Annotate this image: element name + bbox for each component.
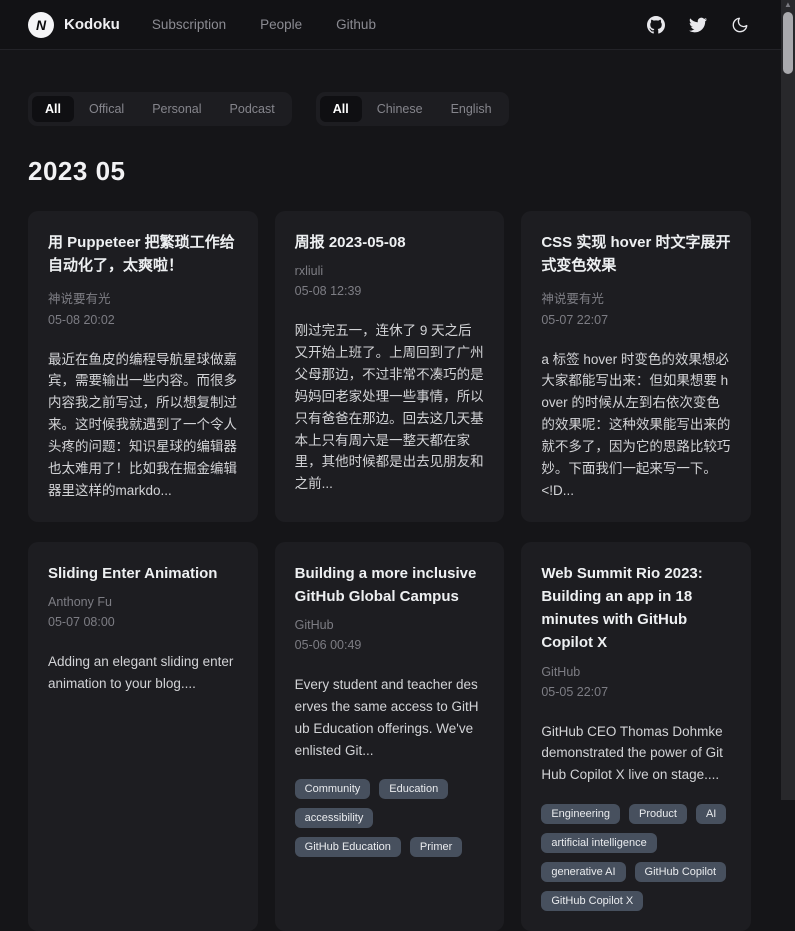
post-title[interactable]: Web Summit Rio 2023: Building an app in … — [541, 562, 731, 655]
post-excerpt: a 标签 hover 时变色的效果想必大家都能写出来：但如果想要 hover 的… — [541, 349, 731, 502]
filter-type-button[interactable]: Podcast — [217, 96, 288, 122]
post-tags: Engineering Product AI artificial intell… — [541, 804, 731, 911]
scrollbar[interactable]: ▲ — [781, 0, 795, 800]
post-date: 05-08 12:39 — [295, 284, 485, 298]
filter-language-button[interactable]: English — [438, 96, 505, 122]
post-date: 05-05 22:07 — [541, 685, 731, 699]
post-card[interactable]: Building a more inclusive GitHub Global … — [275, 542, 505, 931]
post-title[interactable]: 周报 2023-05-08 — [295, 231, 485, 254]
post-card[interactable]: Sliding Enter Animation Anthony Fu 05-07… — [28, 542, 258, 931]
main-nav: Subscription People Github — [152, 17, 376, 32]
post-author: 神说要有光 — [48, 288, 238, 307]
tag-badge[interactable]: Engineering — [541, 804, 620, 824]
header-icons — [647, 16, 749, 34]
month-heading: 2023 05 — [28, 156, 751, 187]
filter-language-button[interactable]: All — [320, 96, 362, 122]
tag-badge[interactable]: AI — [696, 804, 726, 824]
filters: All Offical Personal Podcast All Chinese… — [28, 92, 751, 126]
post-title[interactable]: CSS 实现 hover 时文字展开式变色效果 — [541, 231, 731, 278]
post-date: 05-06 00:49 — [295, 638, 485, 652]
tag-badge[interactable]: GitHub Copilot X — [541, 891, 643, 911]
post-excerpt: Every student and teacher deserves the s… — [295, 674, 485, 761]
filter-group-type: All Offical Personal Podcast — [28, 92, 292, 126]
post-card[interactable]: 周报 2023-05-08 rxliuli 05-08 12:39 刚过完五一，… — [275, 211, 505, 522]
nav-item[interactable]: People — [260, 17, 302, 32]
tag-badge[interactable]: Primer — [410, 837, 462, 857]
tag-badge[interactable]: GitHub Copilot — [635, 862, 727, 882]
tag-badge[interactable]: GitHub Education — [295, 837, 401, 857]
post-card[interactable]: 用 Puppeteer 把繁琐工作给自动化了，太爽啦！ 神说要有光 05-08 … — [28, 211, 258, 522]
header: N Kodoku Subscription People Github — [0, 0, 795, 50]
post-title[interactable]: Sliding Enter Animation — [48, 562, 238, 585]
tag-badge[interactable]: artificial intelligence — [541, 833, 656, 853]
twitter-icon[interactable] — [689, 16, 707, 34]
post-author: 神说要有光 — [541, 288, 731, 307]
site-logo[interactable]: N — [28, 12, 54, 38]
github-icon[interactable] — [647, 16, 665, 34]
post-card[interactable]: CSS 实现 hover 时文字展开式变色效果 神说要有光 05-07 22:0… — [521, 211, 751, 522]
post-title[interactable]: 用 Puppeteer 把繁琐工作给自动化了，太爽啦！ — [48, 231, 238, 278]
nav-item[interactable]: Github — [336, 17, 376, 32]
post-author: rxliuli — [295, 264, 485, 278]
post-excerpt: 最近在鱼皮的编程导航星球做嘉宾，需要输出一些内容。而很多内容我之前写过，所以想复… — [48, 349, 238, 502]
scrollbar-thumb[interactable] — [783, 12, 793, 74]
post-excerpt: 刚过完五一，连休了 9 天之后又开始上班了。上周回到了广州父母那边，不过非常不凑… — [295, 320, 485, 495]
filter-type-button[interactable]: All — [32, 96, 74, 122]
post-date: 05-07 08:00 — [48, 615, 238, 629]
tag-badge[interactable]: accessibility — [295, 808, 374, 828]
filter-language-button[interactable]: Chinese — [364, 96, 436, 122]
post-date: 05-08 20:02 — [48, 313, 238, 327]
filter-group-language: All Chinese English — [316, 92, 509, 126]
tag-badge[interactable]: Product — [629, 804, 687, 824]
post-excerpt: GitHub CEO Thomas Dohmke demonstrated th… — [541, 721, 731, 787]
post-excerpt: Adding an elegant sliding enter animatio… — [48, 651, 238, 695]
scrollbar-up-arrow[interactable]: ▲ — [781, 0, 795, 10]
post-author: GitHub — [541, 665, 731, 679]
filter-type-button[interactable]: Personal — [139, 96, 214, 122]
brand-title[interactable]: Kodoku — [64, 16, 120, 33]
tag-badge[interactable]: generative AI — [541, 862, 625, 882]
main-content: All Offical Personal Podcast All Chinese… — [0, 92, 795, 931]
post-card[interactable]: Web Summit Rio 2023: Building an app in … — [521, 542, 751, 931]
filter-type-button[interactable]: Offical — [76, 96, 137, 122]
post-author: Anthony Fu — [48, 595, 238, 609]
post-author: GitHub — [295, 618, 485, 632]
tag-badge[interactable]: Education — [379, 779, 448, 799]
tag-badge[interactable]: Community — [295, 779, 371, 799]
post-grid: 用 Puppeteer 把繁琐工作给自动化了，太爽啦！ 神说要有光 05-08 … — [28, 211, 751, 931]
nav-item[interactable]: Subscription — [152, 17, 226, 32]
post-title[interactable]: Building a more inclusive GitHub Global … — [295, 562, 485, 609]
post-tags: Community Education accessibility GitHub… — [295, 779, 485, 857]
moon-icon[interactable] — [731, 16, 749, 34]
post-date: 05-07 22:07 — [541, 313, 731, 327]
